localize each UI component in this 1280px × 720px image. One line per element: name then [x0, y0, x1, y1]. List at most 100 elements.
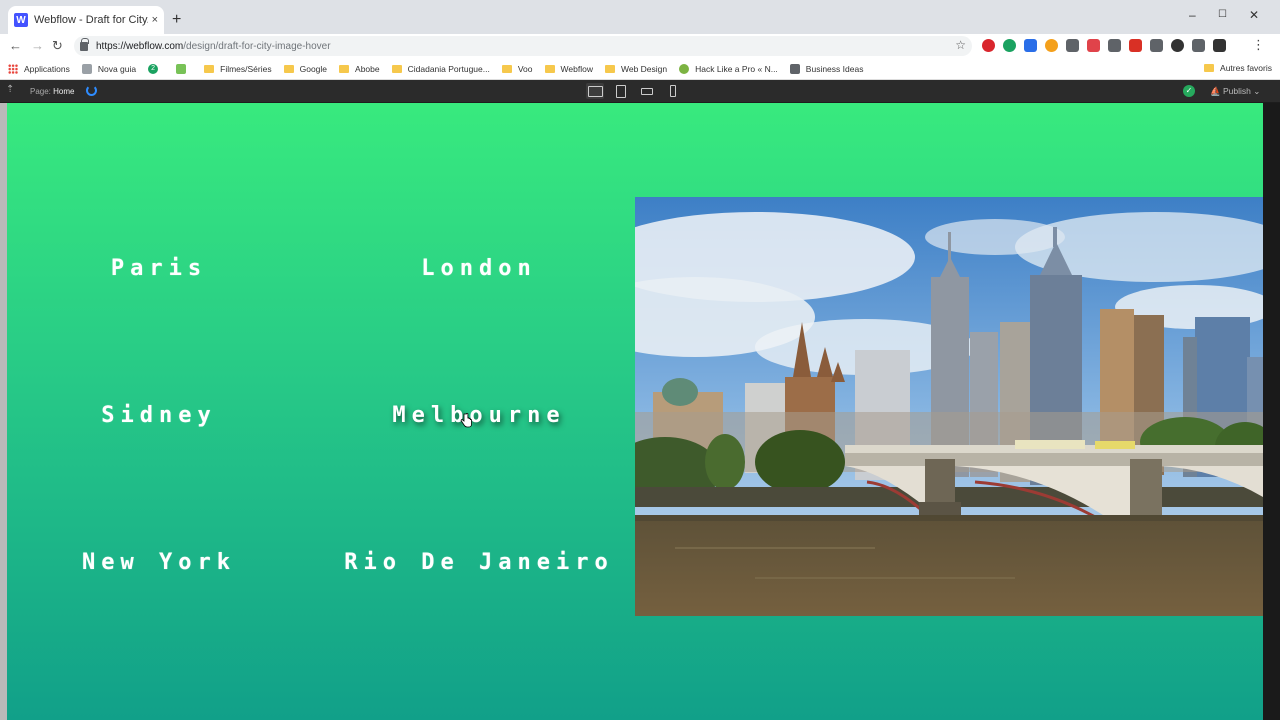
publish-button[interactable]: ⛵ Publish ⌄ [1210, 86, 1260, 97]
tab-title: Webflow - Draft for City/Image H [34, 14, 148, 26]
bookmark-star-icon[interactable]: ☆ [955, 38, 966, 52]
new-tab-button[interactable]: + [172, 12, 181, 28]
extension-icon[interactable] [1129, 39, 1142, 52]
webflow-favicon-icon: W [14, 13, 28, 27]
extension-icon[interactable] [1066, 39, 1079, 52]
android-icon [176, 63, 187, 74]
bookmark-item[interactable]: Google [283, 63, 328, 74]
back-button[interactable]: ← [9, 38, 22, 54]
bookmark-icon [789, 63, 800, 74]
page-label: Page: [30, 87, 51, 96]
folder-icon [204, 64, 215, 73]
address-bar[interactable]: https://webflow.com/design/draft-for-cit… [74, 36, 972, 56]
bookmark-label: Voo [517, 63, 533, 74]
lock-icon [80, 37, 89, 51]
bookmark-item[interactable] [176, 63, 192, 74]
bookmark-label: Applications [24, 63, 70, 74]
extension-icon[interactable] [982, 39, 995, 52]
city-link-melbourne[interactable]: Melbourne [392, 403, 565, 428]
publish-label: Publish [1222, 86, 1251, 96]
bookmark-item[interactable]: Hack Like a Pro « N... [679, 63, 778, 74]
bookmark-label: Business Ideas [805, 63, 864, 74]
extension-icon[interactable] [1171, 39, 1184, 52]
extension-icon[interactable] [1024, 39, 1037, 52]
extension-icon[interactable] [1087, 39, 1100, 52]
apps-grid-icon [8, 63, 18, 74]
bookmark-label: Abobe [355, 63, 380, 74]
breakpoint-switcher [586, 83, 682, 99]
other-bookmarks[interactable]: Autres favoris [1204, 63, 1272, 73]
desktop-breakpoint-icon[interactable] [586, 83, 604, 99]
bookmark-item[interactable]: Applications [8, 63, 70, 74]
tab-close-icon[interactable]: × [152, 14, 158, 26]
mobile-landscape-breakpoint-icon[interactable] [638, 83, 656, 99]
extension-icon[interactable] [1003, 39, 1016, 52]
extension-icon[interactable] [1192, 39, 1205, 52]
badge-2-icon: 2 [148, 63, 159, 74]
bookmarks-bar: Applications Nova guia 2 Filmes/Séries Googl… [0, 58, 1280, 80]
export-icon[interactable]: ⇡ [6, 84, 14, 95]
folder-icon [604, 64, 615, 73]
publish-caret-icon: ⌄ [1253, 86, 1261, 96]
page-canvas: Paris London Sidney Melbourne New York R… [7, 103, 1263, 720]
bookmark-item[interactable]: 2 [148, 63, 164, 74]
extension-icon[interactable] [1108, 39, 1121, 52]
reload-button[interactable]: ↻ [52, 38, 63, 54]
status-check-icon: ✓ [1183, 85, 1195, 97]
page-selector[interactable]: Page: Home [30, 87, 74, 96]
browser-menu-icon[interactable]: ⋮ [1252, 37, 1265, 53]
designer-canvas-area: Paris London Sidney Melbourne New York R… [0, 103, 1280, 720]
folder-icon [339, 64, 350, 73]
maximize-button[interactable]: ☐ [1218, 9, 1227, 20]
mobile-portrait-breakpoint-icon[interactable] [664, 83, 682, 99]
browser-tab[interactable]: W Webflow - Draft for City/Image H × [8, 6, 164, 34]
minimize-button[interactable]: – [1189, 8, 1196, 22]
folder-icon [1204, 64, 1215, 72]
bookmark-label: Google [299, 63, 328, 74]
forward-button[interactable]: → [31, 38, 44, 54]
bookmark-label: Cidadania Portugue... [407, 63, 490, 74]
city-photo [635, 197, 1263, 616]
extension-icon[interactable] [1150, 39, 1163, 52]
bookmark-item[interactable]: Business Ideas [789, 63, 864, 74]
city-link-london[interactable]: London [421, 256, 536, 281]
canvas-scroll-gutter [1263, 103, 1280, 720]
webflow-designer-bar: ⇡ Page: Home ✓ ⛵ Publish ⌄ [0, 80, 1280, 103]
tablet-breakpoint-icon[interactable] [612, 83, 630, 99]
close-window-button[interactable]: ✕ [1249, 8, 1259, 22]
bookmark-item[interactable]: Voo [501, 63, 533, 74]
city-link-rio-de-janeiro[interactable]: Rio De Janeiro [344, 550, 613, 575]
browser-toolbar: ← → ↻ https://webflow.com/design/draft-f… [0, 34, 1280, 58]
bookmark-item[interactable]: Filmes/Séries [204, 63, 272, 74]
url-text: https://webflow.com/design/draft-for-cit… [96, 41, 331, 52]
bookmark-label: Webflow [560, 63, 593, 74]
bookmark-label: Web Design [620, 63, 668, 74]
city-link-paris[interactable]: Paris [111, 256, 207, 281]
bookmark-item[interactable]: Abobe [339, 64, 380, 74]
folder-icon [283, 64, 294, 73]
bookmark-item[interactable]: Web Design [604, 63, 668, 74]
hack-icon [679, 63, 690, 74]
sync-icon[interactable] [86, 85, 97, 96]
bookmark-label: Nova guia [97, 63, 137, 74]
hand-cursor-icon [460, 413, 472, 428]
bookmark-item[interactable]: Cidadania Portugue... [391, 63, 490, 74]
extension-icon[interactable] [1045, 39, 1058, 52]
extension-icon[interactable] [1213, 39, 1226, 52]
other-bookmarks-label: Autres favoris [1220, 63, 1272, 73]
city-link-new-york[interactable]: New York [82, 550, 236, 575]
folder-icon [544, 64, 555, 73]
bookmark-label: Filmes/Séries [220, 63, 272, 74]
page-name: Home [53, 87, 75, 96]
page-icon [81, 63, 92, 74]
folder-icon [391, 64, 402, 73]
url-host: https://webflow.com [96, 40, 184, 52]
bookmark-item[interactable]: Nova guia [81, 63, 137, 74]
browser-tab-strip: W Webflow - Draft for City/Image H × + –… [0, 0, 1280, 34]
extensions-row [982, 39, 1226, 52]
bookmark-item[interactable]: Webflow [544, 63, 593, 74]
bookmark-label: Hack Like a Pro « N... [695, 63, 778, 74]
city-link-sidney[interactable]: Sidney [101, 403, 216, 428]
url-path: /design/draft-for-city-image-hover [183, 40, 331, 52]
folder-icon [501, 64, 512, 73]
